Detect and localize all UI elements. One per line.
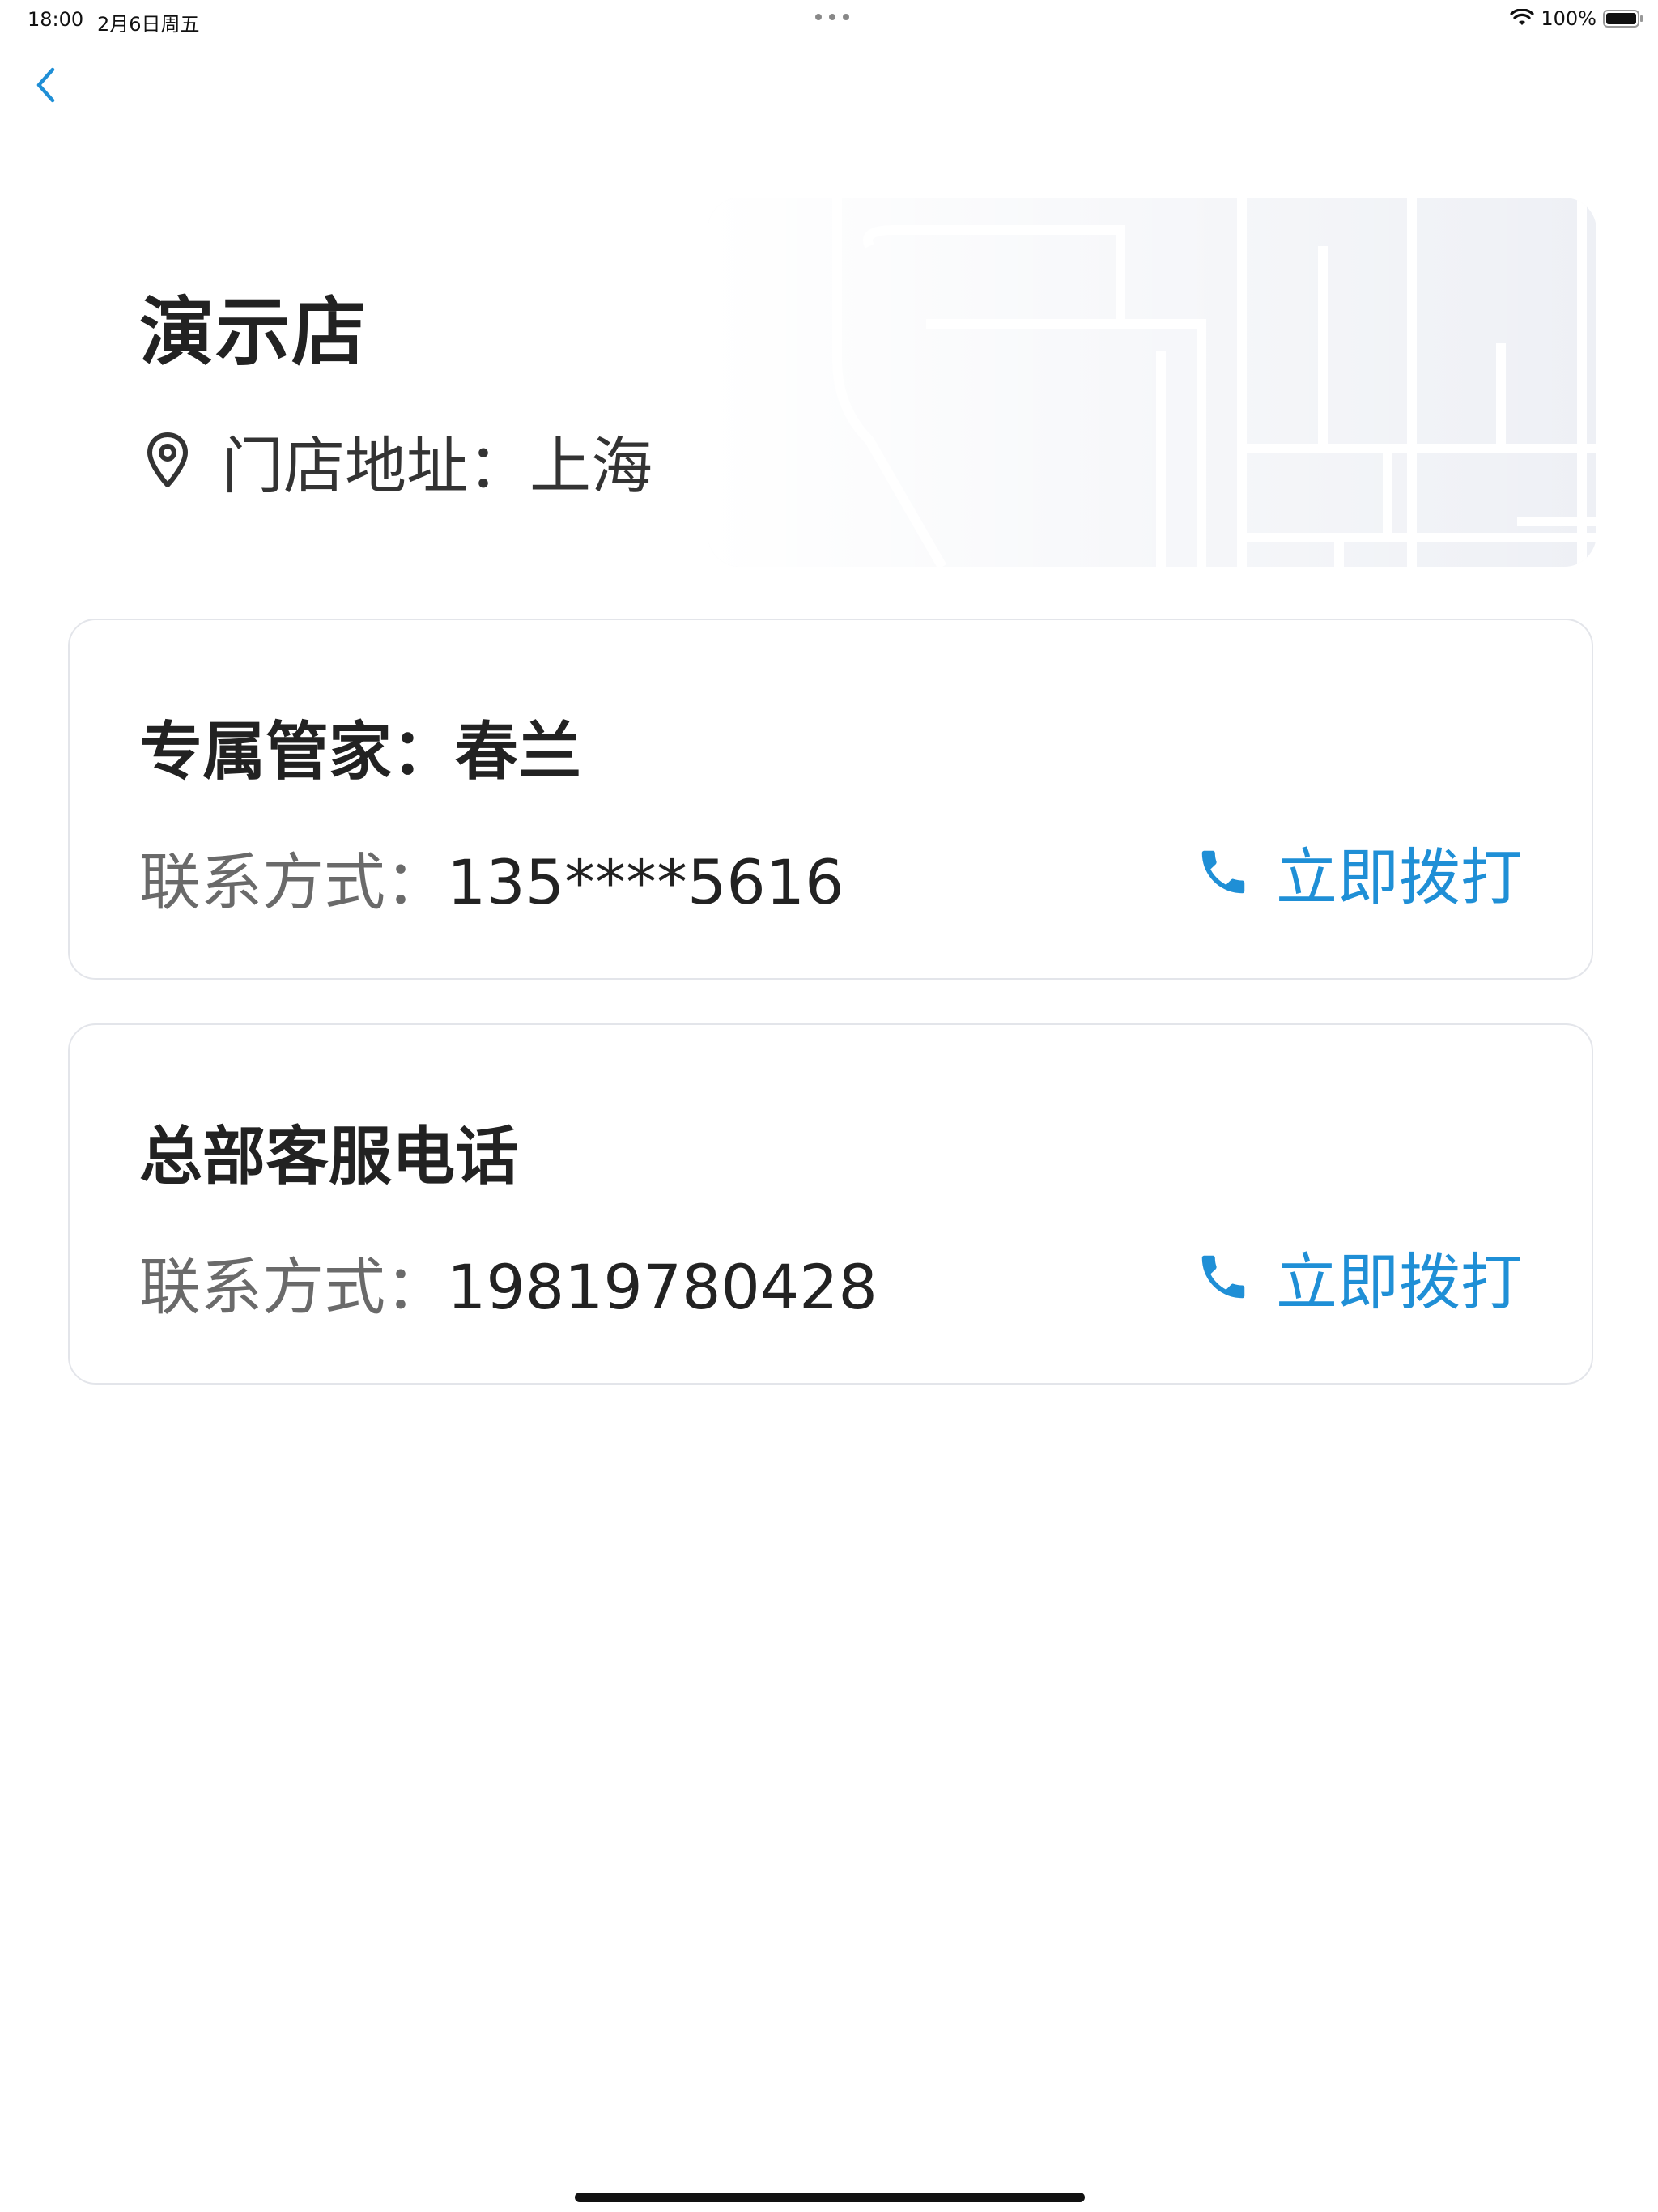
butler-contact-card: 专属管家：春兰 联系方式： 135****5616 立即拨打 <box>68 619 1593 980</box>
hq-call-button[interactable]: 立即拨打 <box>1195 1232 1522 1321</box>
contact-label: 联系方式： <box>139 1251 447 1323</box>
butler-title: 专属管家：春兰 <box>139 716 582 789</box>
home-indicator[interactable] <box>575 2193 1085 2202</box>
multitasking-dots-icon[interactable] <box>814 13 850 21</box>
butler-phone-number: 135****5616 <box>447 846 844 918</box>
hq-contact-row: 联系方式： 19819780428 <box>139 1237 878 1326</box>
call-label: 立即拨打 <box>1276 841 1522 913</box>
battery-percentage: 100% <box>1541 7 1596 30</box>
phone-icon <box>1201 1255 1245 1299</box>
store-contact-page: 18:00 2月6日周五 100% 演示店 门店地址：上海 专属管家：春兰 联系… <box>0 0 1658 2212</box>
phone-icon <box>1201 850 1245 894</box>
store-name: 演示店 <box>139 289 368 376</box>
status-indicators: 100% <box>1510 6 1643 31</box>
status-time: 18:00 <box>28 8 84 31</box>
hq-title: 总部客服电话 <box>139 1121 519 1193</box>
contact-label: 联系方式： <box>139 846 447 918</box>
call-label: 立即拨打 <box>1276 1246 1522 1318</box>
store-address-text: 门店地址：上海 <box>222 430 653 502</box>
store-address: 门店地址：上海 <box>146 416 653 505</box>
map-illustration <box>708 198 1596 567</box>
back-chevron-icon <box>36 67 55 103</box>
status-date: 2月6日周五 <box>97 13 200 36</box>
hq-contact-card: 总部客服电话 联系方式： 19819780428 立即拨打 <box>68 1023 1593 1385</box>
wifi-icon <box>1510 9 1534 25</box>
store-header: 演示店 门店地址：上海 <box>68 198 1596 567</box>
hq-phone-number: 19819780428 <box>447 1251 878 1323</box>
location-pin-icon <box>147 432 188 487</box>
battery-icon <box>1603 10 1643 28</box>
butler-contact-row: 联系方式： 135****5616 <box>139 832 844 921</box>
butler-call-button[interactable]: 立即拨打 <box>1195 827 1522 917</box>
back-button[interactable] <box>29 65 62 105</box>
status-bar: 18:00 2月6日周五 100% <box>0 0 1658 39</box>
